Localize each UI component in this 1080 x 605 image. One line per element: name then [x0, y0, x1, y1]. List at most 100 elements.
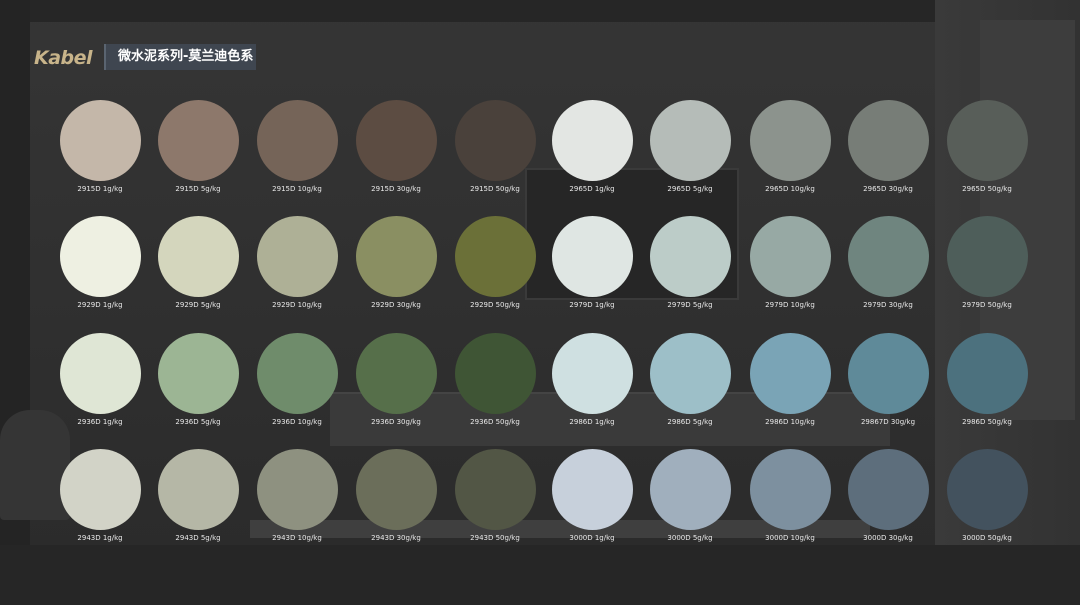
swatch-color-circle [257, 216, 338, 297]
color-swatch: 2979D 50g/kg [938, 216, 1036, 316]
color-swatch: 2986D 10g/kg [741, 333, 839, 433]
color-swatch: 2929D 10g/kg [248, 216, 346, 316]
color-swatch: 2929D 30g/kg [347, 216, 445, 316]
swatch-label: 2979D 1g/kg [569, 301, 615, 309]
swatch-label: 2986D 10g/kg [765, 418, 815, 426]
swatch-label: 2936D 50g/kg [470, 418, 520, 426]
swatch-label: 2979D 30g/kg [863, 301, 913, 309]
color-swatch: 29867D 30g/kg [839, 333, 937, 433]
swatch-label: 2979D 5g/kg [667, 301, 713, 309]
swatch-label: 2929D 10g/kg [272, 301, 322, 309]
color-swatch: 2943D 1g/kg [51, 449, 149, 549]
swatch-label: 2943D 1g/kg [77, 534, 123, 542]
swatch-label: 2979D 50g/kg [962, 301, 1012, 309]
color-swatch: 2979D 30g/kg [839, 216, 937, 316]
swatch-color-circle [848, 100, 929, 181]
brand-logo: Kabel [34, 47, 93, 69]
swatch-color-circle [356, 216, 437, 297]
swatch-color-circle [650, 333, 731, 414]
swatch-label: 3000D 50g/kg [962, 534, 1012, 542]
color-swatch: 2979D 1g/kg [543, 216, 641, 316]
swatch-color-circle [947, 449, 1028, 530]
swatch-label: 2979D 10g/kg [765, 301, 815, 309]
swatch-color-circle [158, 449, 239, 530]
color-swatch: 2943D 50g/kg [446, 449, 544, 549]
swatch-color-circle [947, 100, 1028, 181]
swatch-label: 2943D 10g/kg [272, 534, 322, 542]
swatch-label: 2965D 30g/kg [863, 185, 913, 193]
color-swatch: 2979D 10g/kg [741, 216, 839, 316]
swatch-color-circle [455, 100, 536, 181]
swatch-label: 2915D 30g/kg [371, 185, 421, 193]
color-swatch: 2915D 50g/kg [446, 100, 544, 200]
swatch-color-circle [552, 449, 633, 530]
color-swatch: 2929D 1g/kg [51, 216, 149, 316]
swatch-color-circle [552, 333, 633, 414]
color-swatch: 2979D 5g/kg [641, 216, 739, 316]
swatch-label: 2915D 5g/kg [175, 185, 221, 193]
swatch-color-circle [455, 333, 536, 414]
color-swatch: 2965D 50g/kg [938, 100, 1036, 200]
swatch-label: 2929D 5g/kg [175, 301, 221, 309]
swatch-label: 2915D 1g/kg [77, 185, 123, 193]
swatch-label: 2965D 10g/kg [765, 185, 815, 193]
swatch-label: 3000D 5g/kg [667, 534, 713, 542]
swatch-color-circle [158, 216, 239, 297]
swatch-color-circle [356, 100, 437, 181]
swatch-label: 2986D 5g/kg [667, 418, 713, 426]
color-swatch: 3000D 30g/kg [839, 449, 937, 549]
swatch-color-circle [848, 449, 929, 530]
color-swatch: 2936D 5g/kg [149, 333, 247, 433]
color-swatch: 2915D 1g/kg [51, 100, 149, 200]
color-swatch: 3000D 10g/kg [741, 449, 839, 549]
swatch-color-circle [650, 449, 731, 530]
swatch-color-circle [257, 100, 338, 181]
color-swatch: 2986D 5g/kg [641, 333, 739, 433]
swatch-label: 2936D 30g/kg [371, 418, 421, 426]
color-swatch: 2965D 30g/kg [839, 100, 937, 200]
color-swatch: 2936D 10g/kg [248, 333, 346, 433]
swatch-label: 2943D 50g/kg [470, 534, 520, 542]
color-swatch: 2986D 1g/kg [543, 333, 641, 433]
swatch-color-circle [60, 216, 141, 297]
swatch-label: 2943D 30g/kg [371, 534, 421, 542]
swatch-label: 2986D 50g/kg [962, 418, 1012, 426]
color-swatch: 2943D 10g/kg [248, 449, 346, 549]
swatch-label: 2936D 5g/kg [175, 418, 221, 426]
color-swatch: 3000D 50g/kg [938, 449, 1036, 549]
color-swatch: 3000D 1g/kg [543, 449, 641, 549]
swatch-label: 3000D 1g/kg [569, 534, 615, 542]
color-swatch: 3000D 5g/kg [641, 449, 739, 549]
swatch-color-circle [552, 216, 633, 297]
swatch-label: 2915D 50g/kg [470, 185, 520, 193]
swatch-color-circle [650, 100, 731, 181]
color-swatch: 2965D 1g/kg [543, 100, 641, 200]
swatch-color-circle [60, 449, 141, 530]
swatch-color-circle [650, 216, 731, 297]
swatch-color-circle [257, 333, 338, 414]
swatch-color-circle [356, 333, 437, 414]
swatch-label: 3000D 10g/kg [765, 534, 815, 542]
swatch-label: 29867D 30g/kg [860, 418, 916, 426]
color-swatch: 2936D 30g/kg [347, 333, 445, 433]
backdrop-ceiling [0, 0, 1080, 22]
swatch-color-circle [750, 333, 831, 414]
color-swatch: 2943D 5g/kg [149, 449, 247, 549]
swatch-label: 2986D 1g/kg [569, 418, 615, 426]
swatch-label: 2965D 1g/kg [569, 185, 615, 193]
color-swatch: 2936D 1g/kg [51, 333, 149, 433]
color-swatch: 2915D 10g/kg [248, 100, 346, 200]
swatch-label: 2929D 30g/kg [371, 301, 421, 309]
swatch-color-circle [60, 100, 141, 181]
swatch-label: 2965D 50g/kg [962, 185, 1012, 193]
swatch-label: 2929D 1g/kg [77, 301, 123, 309]
swatch-label: 2936D 10g/kg [272, 418, 322, 426]
color-swatch: 2915D 5g/kg [149, 100, 247, 200]
swatch-color-circle [60, 333, 141, 414]
color-swatch: 2965D 5g/kg [641, 100, 739, 200]
swatch-color-circle [158, 100, 239, 181]
swatch-color-circle [158, 333, 239, 414]
color-swatch: 2965D 10g/kg [741, 100, 839, 200]
swatch-color-circle [848, 333, 929, 414]
swatch-color-circle [356, 449, 437, 530]
